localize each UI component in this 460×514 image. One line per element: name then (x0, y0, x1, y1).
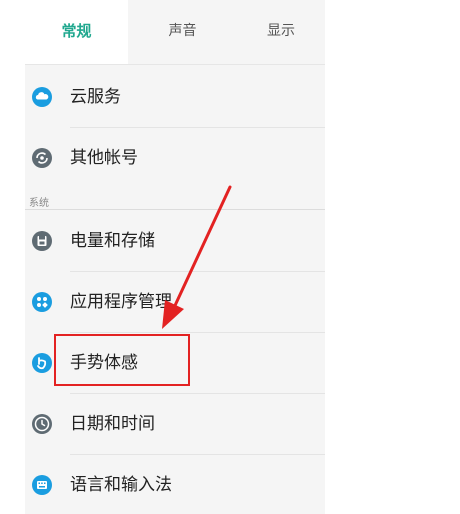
tab-display[interactable]: 显示 (267, 0, 325, 64)
section-divider (25, 209, 325, 210)
settings-item-label: 云服务 (70, 87, 121, 107)
settings-item-other-accounts[interactable]: 其他帐号 (25, 128, 325, 188)
settings-tab-bar: 常规 声音 显示 (25, 0, 325, 65)
cloud-icon (32, 87, 52, 107)
clock-icon (32, 414, 52, 434)
settings-item-label: 语言和输入法 (70, 475, 172, 495)
gesture-icon (32, 353, 52, 373)
settings-item-label: 日期和时间 (70, 414, 155, 434)
settings-item-label: 其他帐号 (70, 148, 138, 168)
account-sync-icon (32, 148, 52, 168)
screenshot-stage: 常规 声音 显示 云服务 其他帐号 系统 电量和存储 应用程序管理 手势体感 日… (0, 0, 460, 514)
tab-sound[interactable]: 声音 (135, 0, 230, 64)
settings-item-language-input[interactable]: 语言和输入法 (25, 455, 325, 514)
apps-icon (32, 292, 52, 312)
keyboard-icon (32, 475, 52, 495)
settings-item-cloud-service[interactable]: 云服务 (25, 67, 325, 127)
tab-general[interactable]: 常规 (25, 0, 128, 64)
settings-item-app-management[interactable]: 应用程序管理 (25, 272, 325, 332)
section-header-system: 系统 (29, 198, 49, 209)
settings-screen: 常规 声音 显示 云服务 其他帐号 系统 电量和存储 应用程序管理 手势体感 日… (25, 0, 325, 514)
settings-item-label: 电量和存储 (70, 231, 155, 251)
storage-icon (32, 231, 52, 251)
settings-item-date-time[interactable]: 日期和时间 (25, 394, 325, 454)
settings-item-label: 应用程序管理 (70, 292, 172, 312)
annotation-highlight-box (54, 334, 190, 386)
settings-item-battery-storage[interactable]: 电量和存储 (25, 211, 325, 271)
